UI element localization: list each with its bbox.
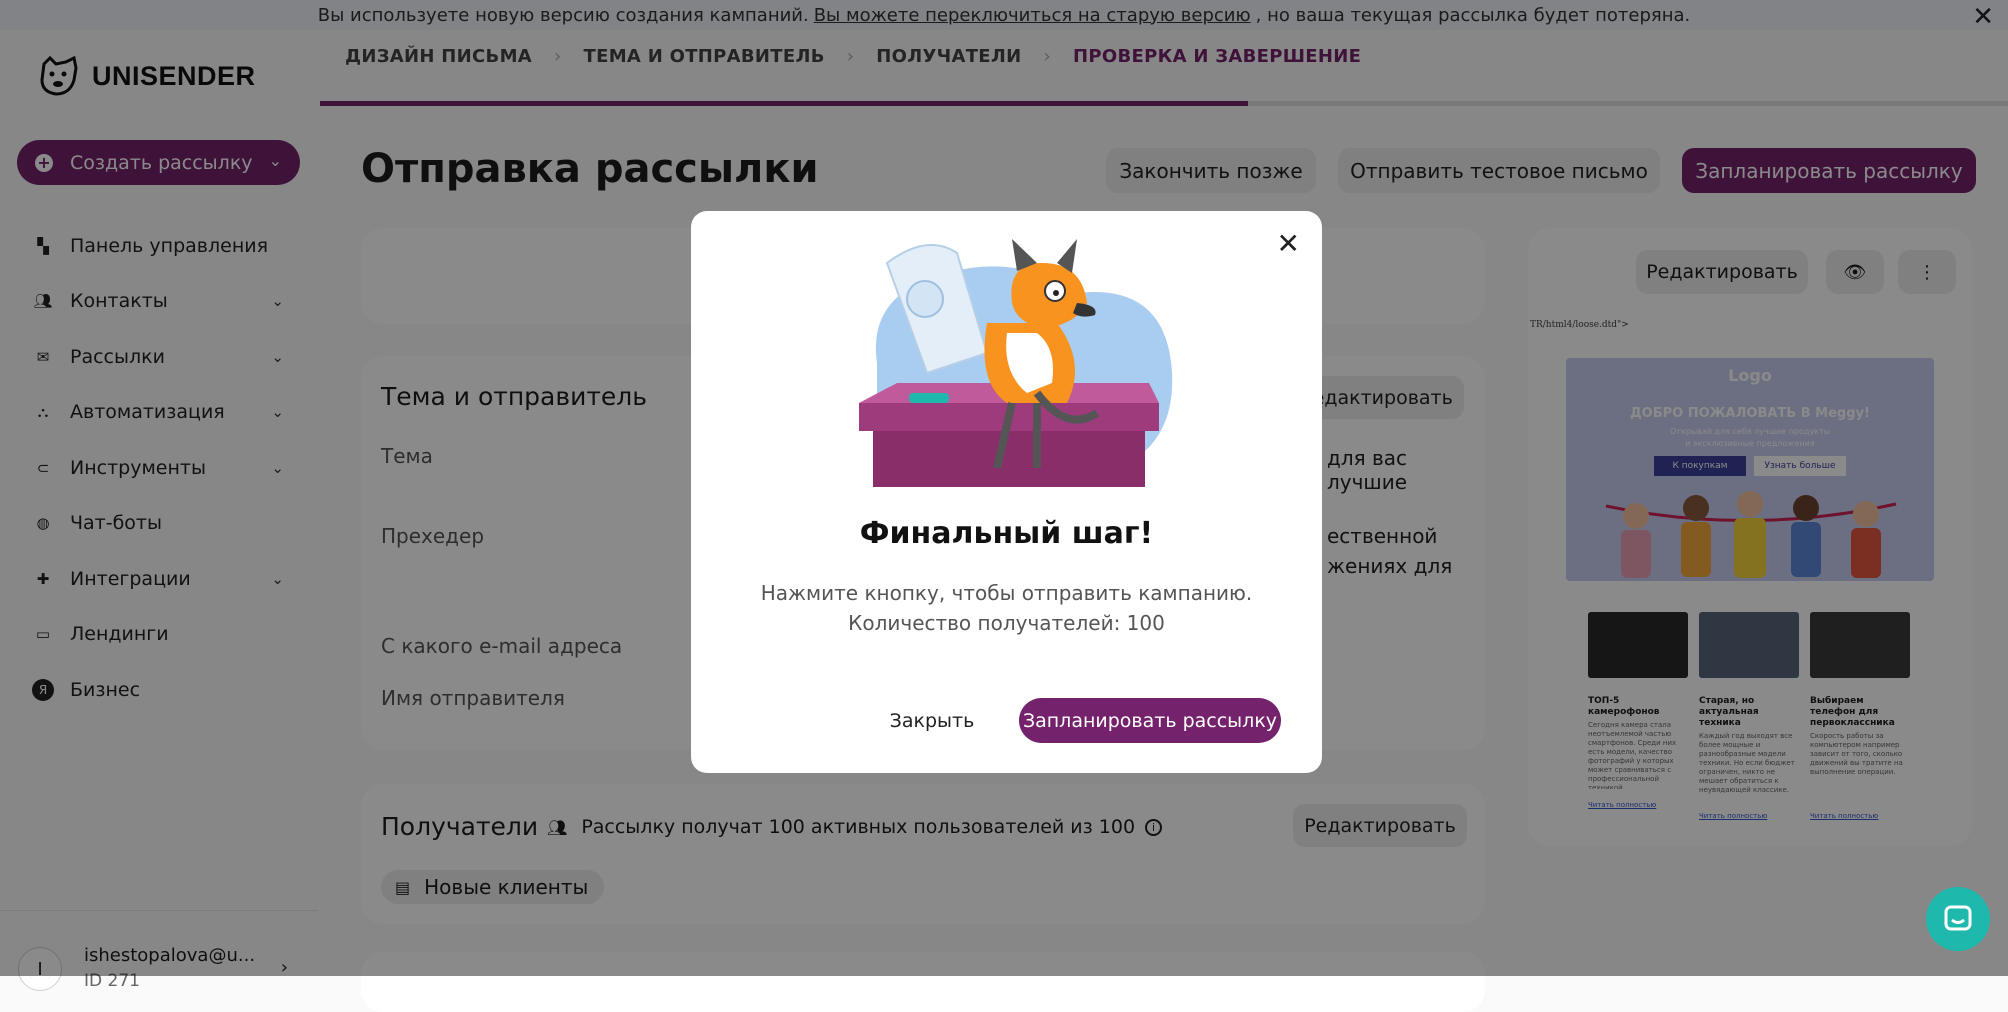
final-step-modal: ✕ Финальный шаг! Нажмите кнопку, чтобы о… [691, 211, 1322, 773]
modal-description: Нажмите кнопку, чтобы отправить кампанию… [691, 578, 1322, 638]
modal-text-line1: Нажмите кнопку, чтобы отправить кампанию… [760, 581, 1253, 605]
chat-support-button[interactable] [1926, 887, 1990, 951]
chat-icon [1944, 905, 1972, 931]
modal-text-line2: Количество получателей: 100 [848, 611, 1165, 635]
modal-title: Финальный шаг! [859, 516, 1154, 551]
close-button[interactable]: Закрыть [887, 698, 977, 743]
fox-illustration [859, 239, 1173, 487]
modal-schedule-button[interactable]: Запланировать рассылку [1019, 698, 1281, 743]
close-icon[interactable]: ✕ [1277, 227, 1300, 260]
